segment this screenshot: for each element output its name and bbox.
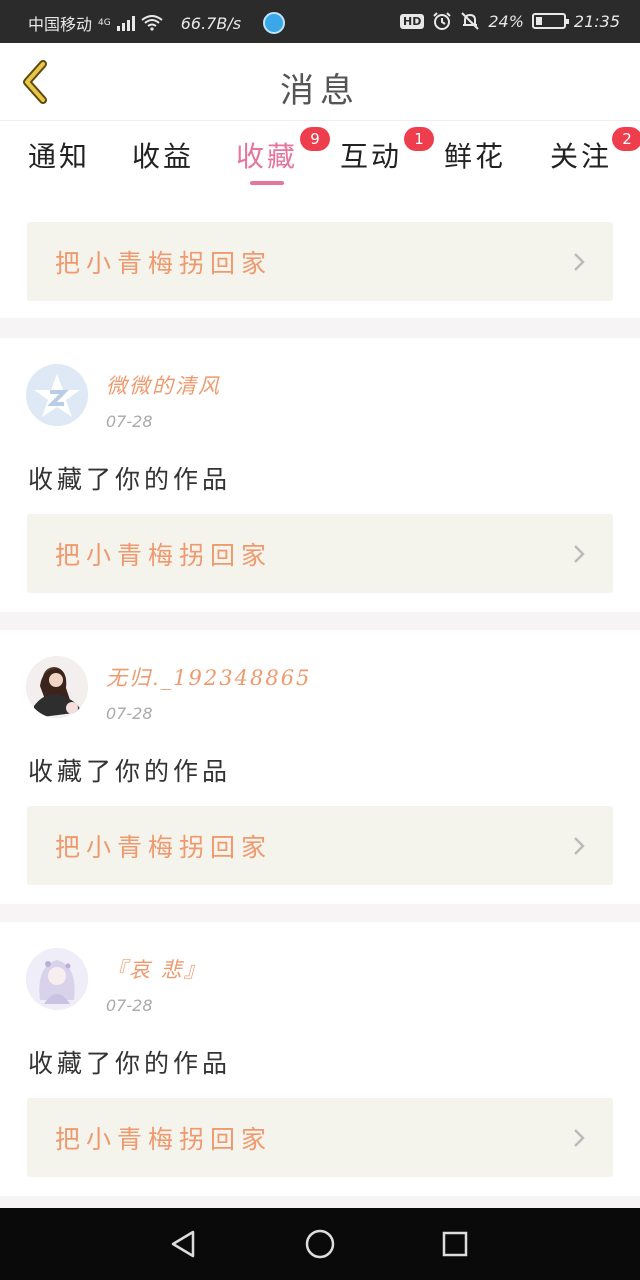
app-header: 消息 [0,43,640,121]
avatar[interactable] [26,948,88,1010]
work-title: 把小青梅拐回家 [55,833,273,862]
work-title: 把小青梅拐回家 [55,541,273,570]
tab-label: 通知 [27,140,90,173]
triangle-back-icon [171,1230,195,1258]
clock: 21:35 [573,11,620,31]
battery-percent: 24% [488,11,524,31]
chevron-right-icon [574,1129,585,1147]
nav-back-button[interactable] [163,1226,203,1262]
chevron-right-icon [574,837,585,855]
tab-interactions[interactable]: 互动 1 [336,127,434,175]
work-link[interactable]: 把小青梅拐回家 [27,222,613,301]
signal-icon [116,15,135,31]
username[interactable]: 『哀 悲』 [106,954,207,984]
timestamp: 07-28 [106,704,153,723]
work-title: 把小青梅拐回家 [55,249,273,278]
timestamp: 07-28 [106,996,153,1015]
unread-badge: 9 [300,127,330,151]
page-title: 消息 [280,71,360,111]
work-title: 把小青梅拐回家 [55,1125,273,1154]
tab-bar: 通知 收益 收藏 9 互动 1 鲜花 关注 2 [0,121,640,188]
action-text: 收藏了你的作品 [28,465,232,494]
app-notification-icon [263,12,286,34]
username[interactable]: 无归._192348865 [106,662,311,692]
timestamp: 07-28 [106,412,153,431]
tab-label: 鲜花 [443,140,506,173]
tab-flowers[interactable]: 鲜花 [440,135,510,175]
list-item: 微微的清风 07-28 收藏了你的作品 把小青梅拐回家 [0,338,640,612]
status-bar: 中国移动 4G 66.7B/s HD 24% 21:35 [0,0,640,43]
work-link[interactable]: 把小青梅拐回家 [27,806,613,885]
unread-badge: 1 [404,127,434,151]
network-type: 4G [98,18,111,28]
chevron-right-icon [574,253,585,271]
chevron-right-icon [574,545,585,563]
tab-favorites[interactable]: 收藏 9 [232,127,330,185]
battery-icon [531,13,569,29]
network-speed: 66.7B/s [180,13,242,33]
tab-label: 收藏 [235,140,298,173]
unread-badge: 2 [612,127,640,151]
tab-follows[interactable]: 关注 2 [546,127,640,175]
list-item: 无归._192348865 07-28 收藏了你的作品 把小青梅拐回家 [0,630,640,904]
avatar[interactable] [26,656,88,718]
nav-recents-button[interactable] [435,1226,475,1262]
hd-icon: HD [399,13,425,29]
work-link[interactable]: 把小青梅拐回家 [27,1098,613,1177]
square-recents-icon [442,1231,468,1257]
circle-home-icon [305,1229,335,1259]
user-photo-icon [26,948,88,1010]
wifi-icon [141,15,163,31]
tab-label: 收益 [131,140,194,173]
list-item: 把小青梅拐回家 [0,188,640,318]
user-photo-icon [26,656,88,718]
message-list[interactable]: 把小青梅拐回家 微微的清风 07-28 收藏了你的作品 把小青梅拐回家 无归._… [0,188,640,1208]
tab-earnings[interactable]: 收益 [128,135,198,175]
tab-label: 互动 [339,140,402,173]
tab-notifications[interactable]: 通知 [24,135,94,175]
active-tab-indicator [250,181,284,185]
mute-bell-icon [461,12,480,30]
action-text: 收藏了你的作品 [28,1049,232,1078]
avatar[interactable] [26,364,88,426]
system-nav-bar [0,1208,640,1280]
nav-home-button[interactable] [300,1226,340,1262]
carrier-label: 中国移动 [28,15,93,34]
username[interactable]: 微微的清风 [106,370,221,400]
list-item: 『哀 悲』 07-28 收藏了你的作品 把小青梅拐回家 [0,922,640,1196]
default-avatar-icon [26,364,88,426]
tab-label: 关注 [549,140,612,173]
alarm-icon [433,12,452,30]
action-text: 收藏了你的作品 [28,757,232,786]
work-link[interactable]: 把小青梅拐回家 [27,514,613,593]
